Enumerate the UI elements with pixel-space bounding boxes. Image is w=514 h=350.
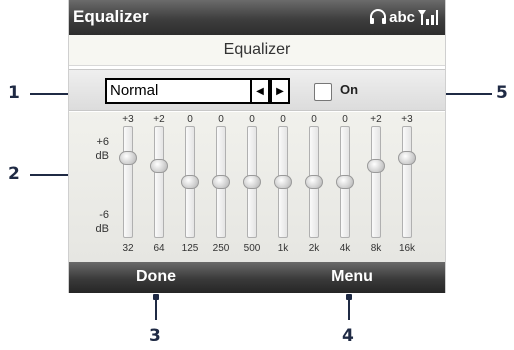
callout-3-dot <box>153 294 159 300</box>
callout-4-dot <box>346 294 352 300</box>
slider-track[interactable] <box>123 126 133 238</box>
band-gain-label: 0 <box>249 114 255 125</box>
band-slider[interactable]: +3 16k <box>395 112 419 262</box>
band-slider[interactable]: 0 1k <box>271 112 295 262</box>
slider-track[interactable] <box>154 126 164 238</box>
slider-knob[interactable] <box>398 151 416 165</box>
callout-4: 4 <box>342 326 354 346</box>
band-gain-label: 0 <box>280 114 286 125</box>
scale-bottom-unit: dB <box>95 223 109 235</box>
band-frequency-label: 16k <box>398 243 416 254</box>
slider-knob[interactable] <box>367 159 385 173</box>
band-gain-label: +2 <box>370 114 382 125</box>
band-frequency-label: 4k <box>339 243 351 254</box>
title-bar: Equalizer abc <box>69 0 445 35</box>
band-slider[interactable]: +2 8k <box>364 112 388 262</box>
band-gain-label: 0 <box>187 114 193 125</box>
menu-softkey[interactable]: Menu <box>292 268 412 286</box>
input-mode-text: abc <box>389 8 415 26</box>
slider-knob[interactable] <box>243 175 261 189</box>
preset-next-button[interactable]: ▶ <box>270 78 290 104</box>
slider-knob[interactable] <box>181 175 199 189</box>
band-gain-label: 0 <box>218 114 224 125</box>
done-softkey[interactable]: Done <box>96 268 216 286</box>
band-frequency-label: 32 <box>122 243 134 254</box>
band-slider[interactable]: 0 125 <box>178 112 202 262</box>
band-frequency-label: 8k <box>370 243 382 254</box>
callout-1: 1 <box>8 83 20 103</box>
slider-knob[interactable] <box>119 151 137 165</box>
callout-2: 2 <box>8 164 20 184</box>
scale-bottom-label: -6 <box>99 209 109 221</box>
band-gain-label: 0 <box>342 114 348 125</box>
slider-knob[interactable] <box>150 159 168 173</box>
band-slider[interactable]: +3 32 <box>116 112 140 262</box>
band-frequency-label: 250 <box>212 243 230 254</box>
callout-5: 5 <box>496 83 508 103</box>
callout-3: 3 <box>149 326 161 346</box>
preset-prev-button[interactable]: ◀ <box>250 78 270 104</box>
band-slider[interactable]: 0 2k <box>302 112 326 262</box>
band-frequency-label: 64 <box>153 243 165 254</box>
scale-top-unit: dB <box>95 150 109 162</box>
slider-track[interactable] <box>402 126 412 238</box>
headphones-icon <box>370 9 387 24</box>
band-frequency-label: 1k <box>277 243 289 254</box>
slider-knob[interactable] <box>212 175 230 189</box>
page-title: Equalizer <box>69 35 445 66</box>
band-slider[interactable]: +2 64 <box>147 112 171 262</box>
window-title: Equalizer <box>73 7 149 26</box>
band-frequency-label: 2k <box>308 243 320 254</box>
status-area: abc <box>369 8 439 26</box>
slider-knob[interactable] <box>336 175 354 189</box>
band-slider[interactable]: 0 4k <box>333 112 357 262</box>
slider-knob[interactable] <box>305 175 323 189</box>
equalizer-panel: +6 dB -6 dB +3 32 +2 64 0 125 0 250 0 500 0 1k 0 2k 0 4… <box>69 112 445 262</box>
band-gain-label: 0 <box>311 114 317 125</box>
on-checkbox[interactable] <box>314 83 332 101</box>
band-gain-label: +3 <box>122 114 134 125</box>
slider-track[interactable] <box>371 126 381 238</box>
band-frequency-label: 125 <box>181 243 199 254</box>
on-label: On <box>340 82 359 97</box>
softkey-bar: Done Menu <box>69 262 445 293</box>
preset-select[interactable]: Normal <box>105 78 262 104</box>
band-gain-label: +2 <box>153 114 165 125</box>
scale-top-label: +6 <box>96 136 109 148</box>
triangle-left-icon: ◀ <box>256 85 264 97</box>
band-slider[interactable]: 0 500 <box>240 112 264 262</box>
device-screen: Equalizer abc Equalizer Normal ◀ ▶ On +6… <box>68 0 446 293</box>
slider-knob[interactable] <box>274 175 292 189</box>
signal-icon <box>418 10 438 25</box>
band-gain-label: +3 <box>401 114 413 125</box>
triangle-right-icon: ▶ <box>276 85 284 97</box>
preset-row: Normal ◀ ▶ On <box>69 69 445 111</box>
band-frequency-label: 500 <box>243 243 261 254</box>
band-slider[interactable]: 0 250 <box>209 112 233 262</box>
